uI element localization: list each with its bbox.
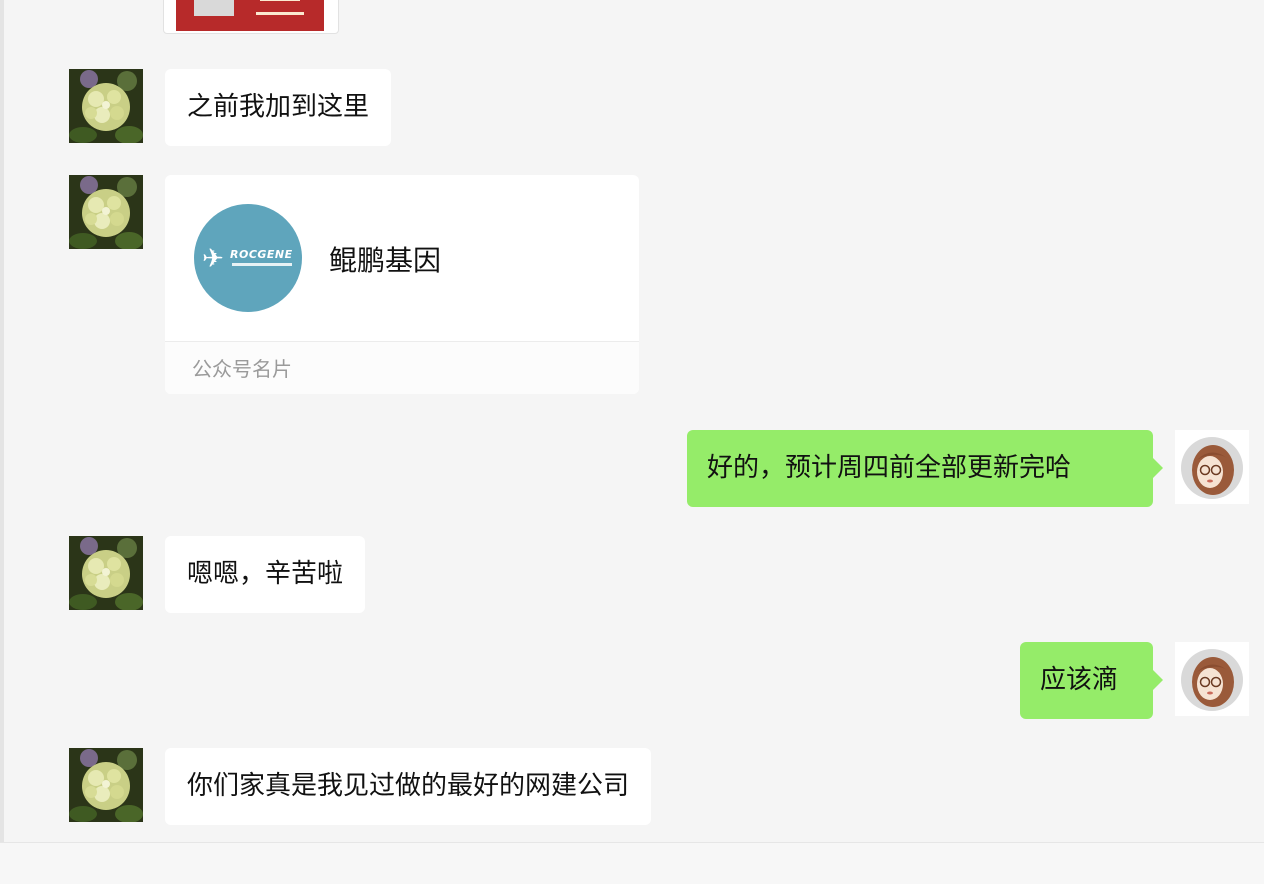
- message-text: 好的，预计周四前全部更新完哈: [707, 453, 1072, 483]
- hydrangea-flower-avatar-icon: [69, 175, 143, 249]
- plane-icon: ✈: [202, 244, 224, 274]
- message-text: 嗯嗯，辛苦啦: [187, 559, 344, 589]
- previous-image-message[interactable]: [163, 0, 339, 34]
- message-bubble-incoming[interactable]: 嗯嗯，辛苦啦: [165, 536, 366, 613]
- hydrangea-flower-avatar-icon: [69, 536, 143, 610]
- message-bubble-incoming[interactable]: 之前我加到这里: [165, 69, 392, 146]
- message-bubble-outgoing[interactable]: 应该滴: [1020, 642, 1163, 719]
- hydrangea-flower-avatar-icon: [69, 748, 143, 822]
- contact-avatar[interactable]: [69, 536, 143, 610]
- chat-input-divider: [0, 842, 1264, 884]
- official-account-card[interactable]: ✈ ROCGENE 鲲鹏基因 公众号名片: [165, 175, 639, 394]
- message-bubble-outgoing[interactable]: 好的，预计周四前全部更新完哈: [687, 430, 1163, 507]
- self-avatar[interactable]: [1175, 430, 1249, 504]
- message-text: 你们家真是我见过做的最好的网建公司: [187, 771, 630, 801]
- self-avatar[interactable]: [1175, 642, 1249, 716]
- cartoon-girl-avatar-icon: [1175, 642, 1249, 716]
- account-logo-text: ROCGENE: [230, 248, 293, 261]
- contact-avatar[interactable]: [69, 175, 143, 249]
- chat-left-border: [0, 0, 4, 883]
- account-name: 鲲鹏基因: [329, 244, 442, 277]
- message-text: 之前我加到这里: [187, 92, 370, 122]
- account-logo: ✈ ROCGENE: [194, 204, 302, 312]
- contact-avatar[interactable]: [69, 69, 143, 143]
- cartoon-girl-avatar-icon: [1175, 430, 1249, 504]
- hydrangea-flower-avatar-icon: [69, 69, 143, 143]
- card-footer: 公众号名片: [165, 341, 639, 394]
- image-thumbnail: [176, 0, 324, 31]
- message-bubble-incoming[interactable]: 你们家真是我见过做的最好的网建公司: [165, 748, 652, 825]
- message-text: 应该滴: [1040, 665, 1119, 695]
- card-type-label: 公众号名片: [192, 357, 292, 381]
- contact-avatar[interactable]: [69, 748, 143, 822]
